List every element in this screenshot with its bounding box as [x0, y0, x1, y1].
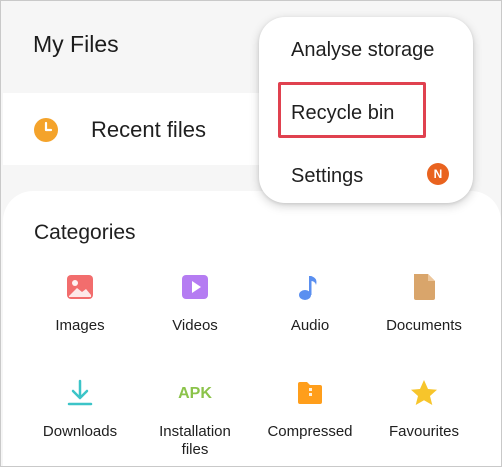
category-videos[interactable]: Videos: [140, 271, 250, 335]
clock-icon: [34, 118, 58, 142]
category-audio[interactable]: Audio: [255, 271, 365, 335]
category-documents[interactable]: Documents: [369, 271, 479, 335]
menu-item-analyse-storage[interactable]: Analyse storage: [291, 39, 434, 62]
apk-icon: APK: [178, 385, 212, 402]
category-label: Favourites: [388, 423, 460, 440]
recent-files-card[interactable]: Recent files: [3, 93, 299, 165]
highlight-box: [278, 82, 426, 138]
category-label: Audio: [290, 317, 330, 334]
document-icon: [414, 274, 435, 300]
music-note-icon: [299, 276, 317, 300]
menu-item-settings[interactable]: Settings: [291, 165, 363, 188]
star-icon: [411, 380, 437, 405]
categories-title: Categories: [34, 221, 136, 244]
category-installation-files[interactable]: APK Installation files: [140, 377, 250, 459]
category-label: Images: [55, 317, 105, 334]
screenshot-frame: My Files Recent files Categories Images …: [0, 0, 502, 467]
category-downloads[interactable]: Downloads: [25, 377, 135, 441]
categories-card: Categories Images Videos Audio Documents…: [3, 191, 501, 466]
new-badge: N: [427, 163, 449, 185]
page-title: My Files: [33, 31, 119, 57]
apk-icon-text: APK: [178, 385, 212, 402]
category-label: Documents: [386, 317, 462, 334]
folder-icon: [298, 382, 322, 404]
category-label: Compressed: [267, 423, 353, 440]
download-icon: [67, 379, 93, 406]
category-images[interactable]: Images: [25, 271, 135, 335]
category-label: Installation files: [159, 423, 231, 458]
category-label: Downloads: [42, 423, 118, 440]
video-icon: [182, 275, 208, 299]
category-favourites[interactable]: Favourites: [369, 377, 479, 441]
image-icon: [67, 275, 93, 299]
category-label: Videos: [172, 317, 218, 334]
recent-files-label: Recent files: [91, 117, 206, 142]
category-compressed[interactable]: Compressed: [255, 377, 365, 441]
